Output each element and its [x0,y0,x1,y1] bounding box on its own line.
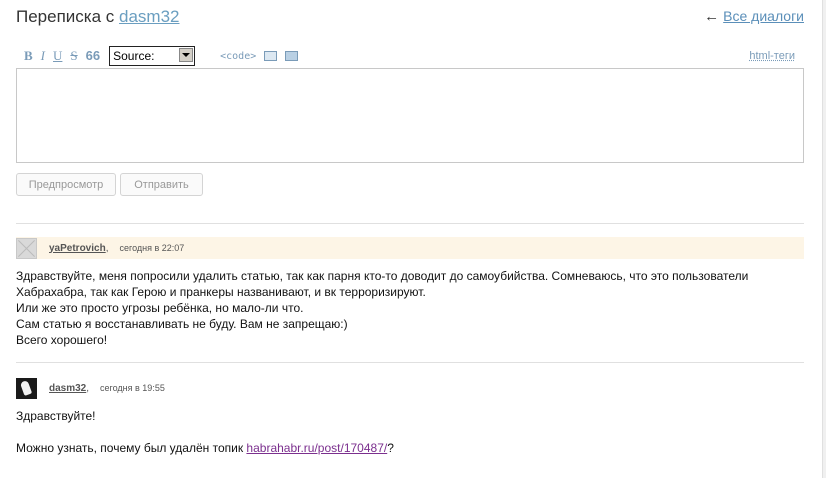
back-arrow-icon: ← [704,8,720,25]
html-tags-link[interactable]: html-теги [749,50,795,62]
divider [16,223,804,224]
all-dialogs-nav: ← Все диалоги [704,8,804,25]
comma: , [86,382,90,394]
scrollbar[interactable] [822,0,826,478]
bold-button[interactable]: B [24,49,33,63]
author-link[interactable]: yaPetrovich [49,243,106,254]
strikethrough-button[interactable]: S [70,49,77,63]
quote-button[interactable]: 66 [86,49,100,63]
chevron-down-icon [182,53,191,57]
message-body: Здравствуйте! Можно узнать, почему был у… [16,408,796,456]
send-button[interactable]: Отправить [120,173,203,196]
avatar-figure-icon [19,379,33,396]
message-line: Здравствуйте, меня попросили удалить ста… [16,269,749,299]
message-body: Здравствуйте, меня попросили удалить ста… [16,268,796,348]
question-suffix: ? [387,441,394,455]
message-line: Всего хорошего! [16,333,108,347]
author-link[interactable]: dasm32 [49,383,86,394]
link-icon[interactable] [285,51,299,61]
dialog-user-link[interactable]: dasm32 [119,7,179,26]
title-prefix: Переписка с [16,7,115,26]
dialog-page: Переписка с dasm32 ← Все диалоги B I U S … [0,0,826,478]
post-link[interactable]: habrahabr.ru/post/170487/ [246,441,387,455]
image-icon[interactable] [264,51,278,61]
message-header: yaPetrovich, сегодня в 22:07 [16,237,804,259]
message-date: сегодня в 19:55 [100,383,165,393]
header: Переписка с dasm32 ← Все диалоги [16,7,804,31]
avatar[interactable] [16,237,37,259]
message-textarea[interactable] [16,68,804,163]
all-dialogs-link[interactable]: Все диалоги [723,8,804,24]
page-title: Переписка с dasm32 [16,7,180,27]
message-line: Можно узнать, почему был удалён топик ha… [16,440,796,456]
code-button[interactable]: <code> [220,51,256,62]
dropdown-button[interactable] [179,48,194,62]
source-select[interactable]: Source: [109,46,196,66]
underline-button[interactable]: U [53,49,62,63]
message-header: dasm32, сегодня в 19:55 [16,377,804,399]
question-prefix: Можно узнать, почему был удалён топик [16,441,247,455]
comma: , [105,242,109,254]
editor-toolbar: B I U S 66 Source: <code> html-теги [16,45,804,67]
italic-button[interactable]: I [41,49,45,63]
divider [16,362,804,363]
message-line: Сам статью я восстанавливать не буду. Ва… [16,317,348,331]
message-date: сегодня в 22:07 [119,243,185,253]
message-line: Или же это просто угрозы ребёнка, но мал… [16,301,304,315]
message-line: Здравствуйте! [16,409,96,423]
avatar[interactable] [16,377,37,399]
preview-button[interactable]: Предпросмотр [16,173,116,196]
source-select-value: Source: [113,49,155,63]
